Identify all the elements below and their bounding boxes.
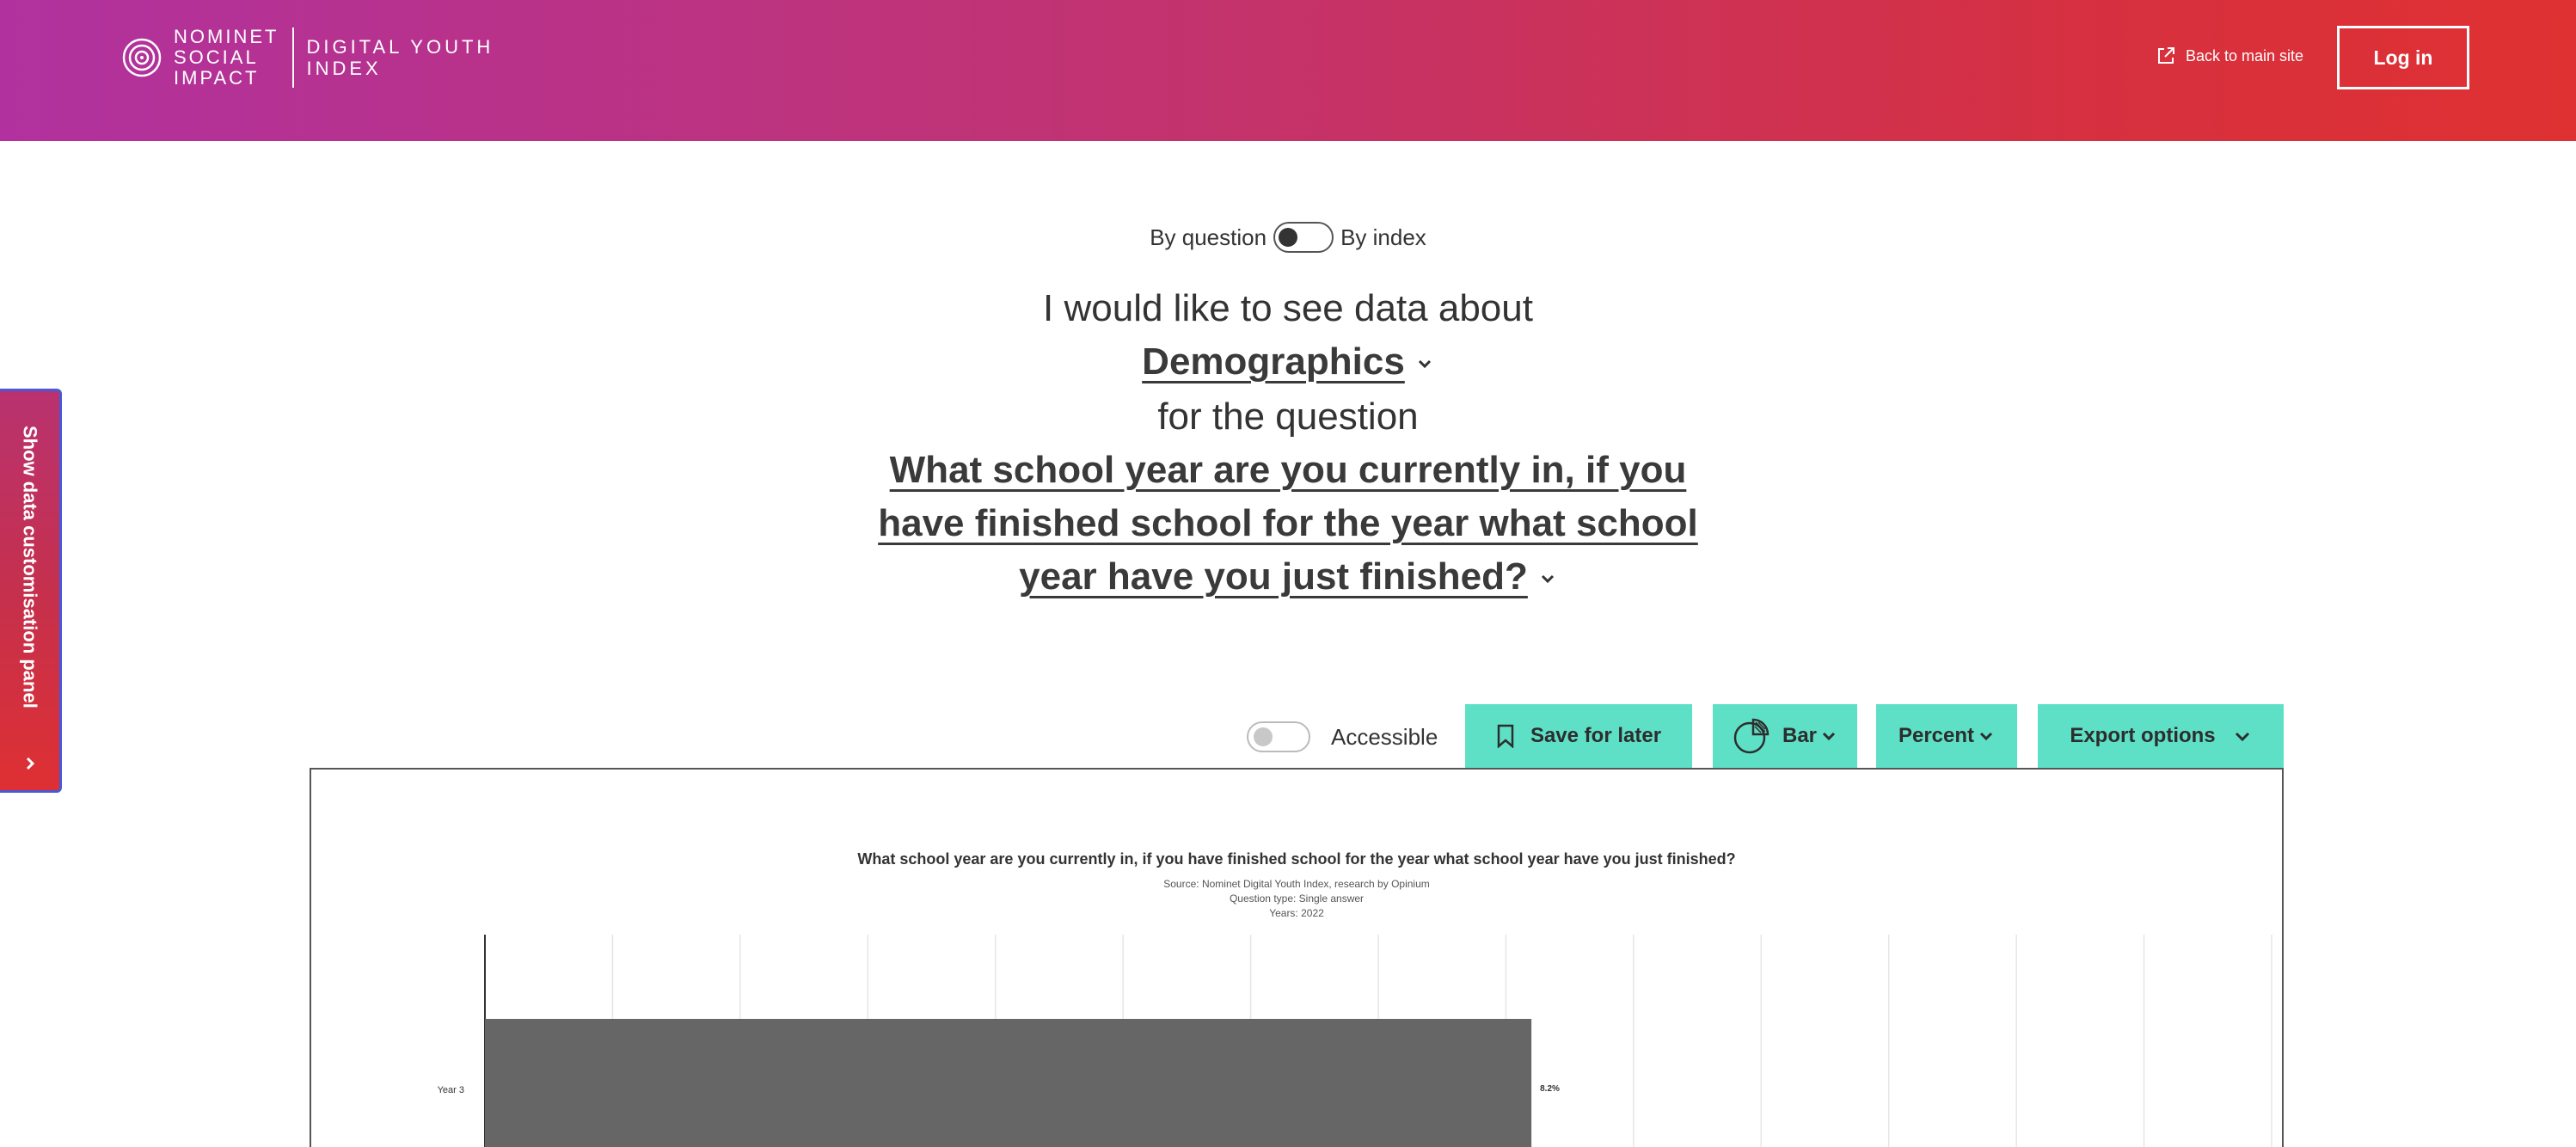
save-for-later-label: Save for later <box>1530 724 1662 747</box>
back-link-label: Back to main site <box>2186 46 2304 64</box>
topic-dropdown[interactable]: Demographics <box>1142 340 1405 383</box>
logo-line: SOCIAL <box>174 46 259 68</box>
nominet-logo[interactable]: NOMINET SOCIAL IMPACT DIGITAL YOUTH INDE… <box>122 26 494 89</box>
question-line: have finished school for the year what s… <box>0 502 2576 545</box>
toggle-knob <box>1254 727 1273 746</box>
mode-toggle-switch[interactable] <box>1273 222 1334 253</box>
question-dropdown-line[interactable]: year have you just finished? <box>1019 555 1528 598</box>
chevron-down-icon <box>1822 732 1836 741</box>
question-line: year have you just finished? <box>0 555 2576 598</box>
product-line: INDEX <box>306 58 382 79</box>
toggle-knob <box>1279 228 1298 247</box>
chart-type-label: Bar <box>1782 724 1818 747</box>
accessible-toggle[interactable] <box>1247 721 1310 752</box>
chart-container: What school year are you currently in, i… <box>310 768 2284 1147</box>
chevron-down-icon <box>2235 732 2249 742</box>
value-mode-dropdown[interactable]: Percent <box>1876 704 2017 768</box>
question-dropdown-line[interactable]: What school year are you currently in, i… <box>890 449 1687 491</box>
question-line: What school year are you currently in, i… <box>0 449 2576 492</box>
query-connector: for the question <box>1157 396 1419 438</box>
query-intro: I would like to see data about <box>1043 287 1533 329</box>
export-options-label: Export options <box>2070 724 2216 747</box>
login-button[interactable]: Log in <box>2337 26 2469 89</box>
chart-type-dropdown[interactable]: Bar <box>1713 704 1857 768</box>
question-dropdown-line[interactable]: have finished school for the year what s… <box>878 502 1698 544</box>
accessible-label: Accessible <box>1331 724 1438 750</box>
concentric-circles-icon <box>122 38 162 77</box>
external-link-icon <box>2158 47 2174 64</box>
chart-data-label: 8.2% <box>1540 1084 1560 1094</box>
logo-wordmark: NOMINET SOCIAL IMPACT <box>174 27 279 89</box>
logo-line: NOMINET <box>174 26 279 47</box>
pie-chart-icon <box>1733 718 1769 754</box>
bookmark-icon <box>1497 724 1514 748</box>
chevron-right-icon <box>26 757 34 770</box>
chevron-down-icon <box>1979 732 1993 741</box>
save-for-later-button[interactable]: Save for later <box>1465 704 1692 768</box>
logo-divider <box>292 28 295 88</box>
by-index-label: By index <box>1340 224 1426 250</box>
chart-bar[interactable] <box>485 1019 1532 1147</box>
chart-category-label: Year 3 <box>438 1085 464 1095</box>
by-question-label: By question <box>1150 224 1267 250</box>
topic-selector-row: Demographics <box>0 340 2576 383</box>
product-line: DIGITAL YOUTH <box>306 36 494 58</box>
export-options-dropdown[interactable]: Export options <box>2038 704 2284 768</box>
mode-toggle-row: By question By index <box>0 222 2576 253</box>
value-mode-label: Percent <box>1898 724 1975 747</box>
chevron-down-icon[interactable] <box>1538 569 1557 588</box>
back-to-main-site-link[interactable]: Back to main site <box>2156 46 2303 65</box>
site-header: NOMINET SOCIAL IMPACT DIGITAL YOUTH INDE… <box>0 0 2576 141</box>
bar-chart: Year 3 8.2% <box>438 935 2272 1147</box>
chevron-down-icon[interactable] <box>1415 354 1434 373</box>
logo-line: IMPACT <box>174 67 260 89</box>
product-name: DIGITAL YOUTH INDEX <box>306 36 494 79</box>
